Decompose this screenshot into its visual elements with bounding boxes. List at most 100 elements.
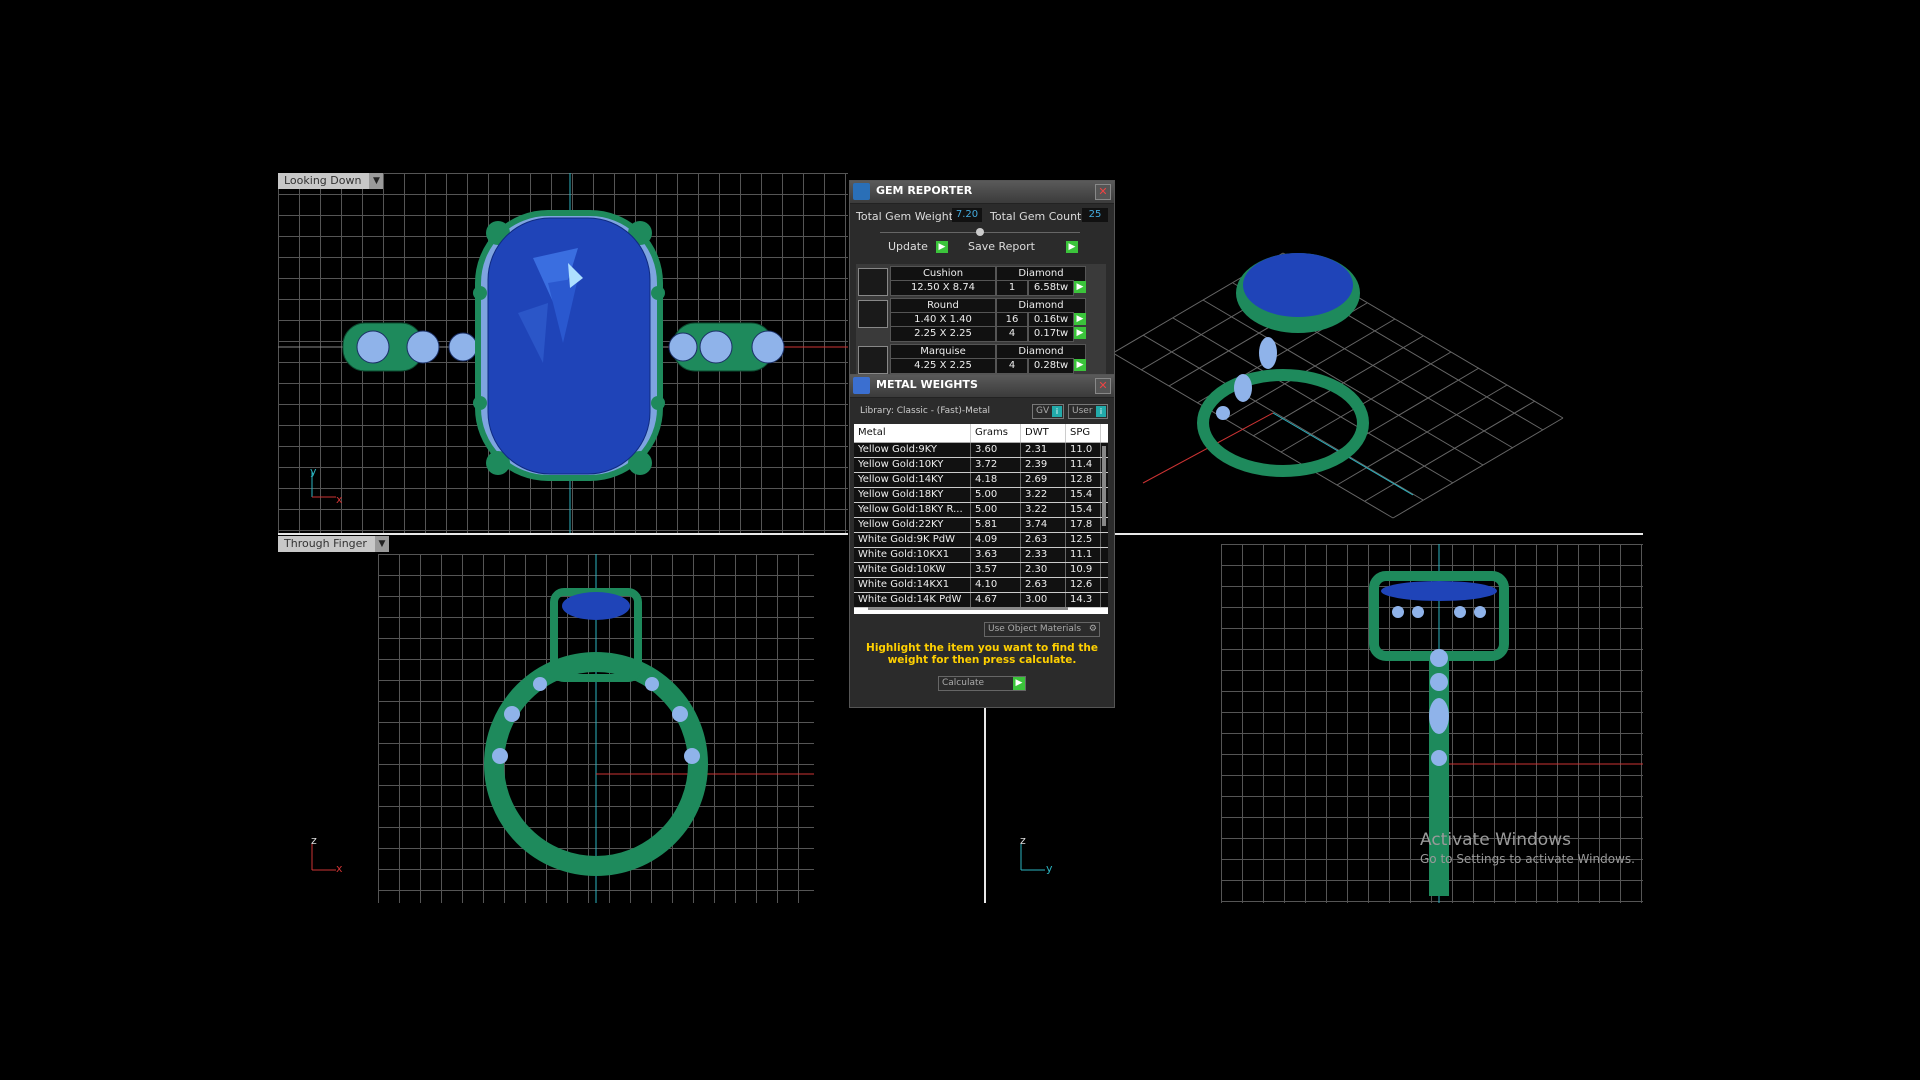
use-object-materials-button[interactable]: Use Object Materials ⚙ <box>984 622 1100 637</box>
dwt-cell: 3.22 <box>1021 488 1066 502</box>
play-icon: ▶ <box>936 241 948 253</box>
gem-reporter-title: GEM REPORTER <box>876 184 973 197</box>
gem-weight: 6.58tw <box>1028 280 1074 296</box>
grams-cell: 4.10 <box>971 578 1021 592</box>
chevron-down-icon[interactable]: ▼ <box>369 173 384 189</box>
marquise-gem-icon <box>858 346 888 374</box>
play-icon[interactable]: ▶ <box>1074 281 1086 293</box>
grams-cell: 3.57 <box>971 563 1021 577</box>
spg-cell: 12.5 <box>1066 533 1101 547</box>
gem-size: 2.25 X 2.25 <box>890 326 996 342</box>
dwt-cell: 2.30 <box>1021 563 1066 577</box>
metal-name-cell: White Gold:14K PdW <box>854 593 971 607</box>
gem-qty: 1 <box>996 280 1028 296</box>
metal-name-cell: White Gold:9K PdW <box>854 533 971 547</box>
play-icon[interactable]: ▶ <box>1074 313 1086 325</box>
grams-cell: 4.67 <box>971 593 1021 607</box>
gem-reporter-titlebar[interactable]: GEM REPORTER ✕ <box>850 181 1114 204</box>
viewport-divider-vertical <box>984 705 986 903</box>
viewport-divider-left <box>278 533 848 535</box>
play-icon[interactable]: ▶ <box>1074 359 1086 371</box>
round-gem-icon <box>858 300 888 328</box>
grams-cell: 5.81 <box>971 518 1021 532</box>
ring-top-view <box>278 173 848 535</box>
activate-windows-title: Activate Windows <box>1420 830 1571 850</box>
table-header: Metal Grams DWT SPG <box>854 424 1108 443</box>
table-row[interactable]: Yellow Gold:18KY R... 5.00 3.22 15.4 <box>854 503 1108 518</box>
user-toggle[interactable]: User i <box>1068 404 1108 419</box>
metal-name-cell: White Gold:10KW <box>854 563 971 577</box>
scrollbar-vertical[interactable] <box>1102 446 1106 526</box>
axis-z-label: z <box>311 834 317 847</box>
metal-weights-panel: METAL WEIGHTS ✕ Library: Classic - (Fast… <box>849 374 1115 708</box>
table-row[interactable]: Yellow Gold:14KY 4.18 2.69 12.8 <box>854 473 1108 488</box>
metal-name-cell: White Gold:10KX1 <box>854 548 971 562</box>
total-count-label: Total Gem Count <box>990 210 1082 223</box>
table-row[interactable]: Yellow Gold:22KY 5.81 3.74 17.8 <box>854 518 1108 533</box>
gem-reporter-icon <box>853 183 870 200</box>
gem-reporter-panel: GEM REPORTER ✕ Total Gem Weight 7.20 Tot… <box>849 180 1115 376</box>
gv-toggle[interactable]: GV i <box>1032 404 1064 419</box>
table-row[interactable]: White Gold:10KW 3.57 2.30 10.9 <box>854 563 1108 578</box>
calculate-button[interactable]: Calculate ▶ <box>938 676 1026 691</box>
calculate-hint: Highlight the item you want to find the … <box>866 642 1098 666</box>
viewport-divider-right <box>1113 533 1643 535</box>
grams-cell: 4.18 <box>971 473 1021 487</box>
gem-weight: 0.17tw <box>1028 326 1074 342</box>
table-row[interactable]: Yellow Gold:18KY 5.00 3.22 15.4 <box>854 488 1108 503</box>
ring-perspective-view <box>1113 252 1564 519</box>
metal-weights-icon <box>853 377 870 394</box>
spg-cell: 11.4 <box>1066 458 1101 472</box>
table-row[interactable]: Yellow Gold:9KY 3.60 2.31 11.0 <box>854 443 1108 458</box>
total-weight-label: Total Gem Weight <box>856 210 954 223</box>
close-icon[interactable]: ✕ <box>1095 378 1111 394</box>
grams-cell: 5.00 <box>971 503 1021 517</box>
header-spg[interactable]: SPG <box>1066 424 1101 442</box>
table-row[interactable]: White Gold:14KX1 4.10 2.63 12.6 <box>854 578 1108 593</box>
table-row[interactable]: White Gold:14K PdW 4.67 3.00 14.3 <box>854 593 1108 608</box>
gem-list: Cushion Diamond 12.50 X 8.74 1 6.58tw ▶ … <box>856 264 1106 374</box>
play-icon: ▶ <box>1066 241 1078 253</box>
metal-weights-title: METAL WEIGHTS <box>876 378 978 391</box>
header-metal[interactable]: Metal <box>854 424 971 442</box>
save-report-button[interactable]: Save Report ▶ <box>968 240 1078 254</box>
info-icon: i <box>1052 406 1062 417</box>
viewport-top-label[interactable]: Looking Down ▼ <box>278 173 384 189</box>
metal-name-cell: Yellow Gold:14KY <box>854 473 971 487</box>
metal-name-cell: Yellow Gold:22KY <box>854 518 971 532</box>
metal-weights-titlebar[interactable]: METAL WEIGHTS ✕ <box>850 375 1114 398</box>
close-icon[interactable]: ✕ <box>1095 184 1111 200</box>
spg-cell: 14.3 <box>1066 593 1101 607</box>
grams-cell: 3.60 <box>971 443 1021 457</box>
table-row[interactable]: White Gold:10KX1 3.63 2.33 11.1 <box>854 548 1108 563</box>
metal-name-cell: Yellow Gold:10KY <box>854 458 971 472</box>
spg-cell: 11.1 <box>1066 548 1101 562</box>
total-weight-value: 7.20 <box>952 208 982 222</box>
spg-cell: 11.0 <box>1066 443 1101 457</box>
total-count-value: 25 <box>1082 208 1108 222</box>
dwt-cell: 2.69 <box>1021 473 1066 487</box>
dwt-cell: 2.63 <box>1021 533 1066 547</box>
slider-handle[interactable] <box>976 228 984 236</box>
metal-name-cell: Yellow Gold:18KY R... <box>854 503 971 517</box>
header-grams[interactable]: Grams <box>971 424 1021 442</box>
chevron-down-icon[interactable]: ▼ <box>374 536 389 552</box>
table-row[interactable]: Yellow Gold:10KY 3.72 2.39 11.4 <box>854 458 1108 473</box>
table-row[interactable]: White Gold:9K PdW 4.09 2.63 12.5 <box>854 533 1108 548</box>
play-icon[interactable]: ▶ <box>1074 327 1086 339</box>
spg-cell: 17.8 <box>1066 518 1101 532</box>
axis-gizmo-icon <box>311 471 336 498</box>
viewport-front[interactable]: Through Finger ▼ z x <box>278 536 814 903</box>
viewport-top[interactable]: Looking Down ▼ y x <box>278 173 848 535</box>
spg-cell: 15.4 <box>1066 488 1101 502</box>
update-button[interactable]: Update ▶ <box>888 240 948 254</box>
gem-qty: 4 <box>996 326 1028 342</box>
axis-x-label: x <box>336 862 343 875</box>
viewport-front-label[interactable]: Through Finger ▼ <box>278 536 389 552</box>
viewport-perspective[interactable] <box>1113 173 1643 535</box>
axis-z-label: z <box>1020 834 1026 847</box>
metal-rows: Yellow Gold:9KY 3.60 2.31 11.0 Yellow Gold:1… <box>854 443 1108 608</box>
header-dwt[interactable]: DWT <box>1021 424 1066 442</box>
scrollbar-horizontal[interactable] <box>868 607 1068 610</box>
metal-name-cell: Yellow Gold:9KY <box>854 443 971 457</box>
